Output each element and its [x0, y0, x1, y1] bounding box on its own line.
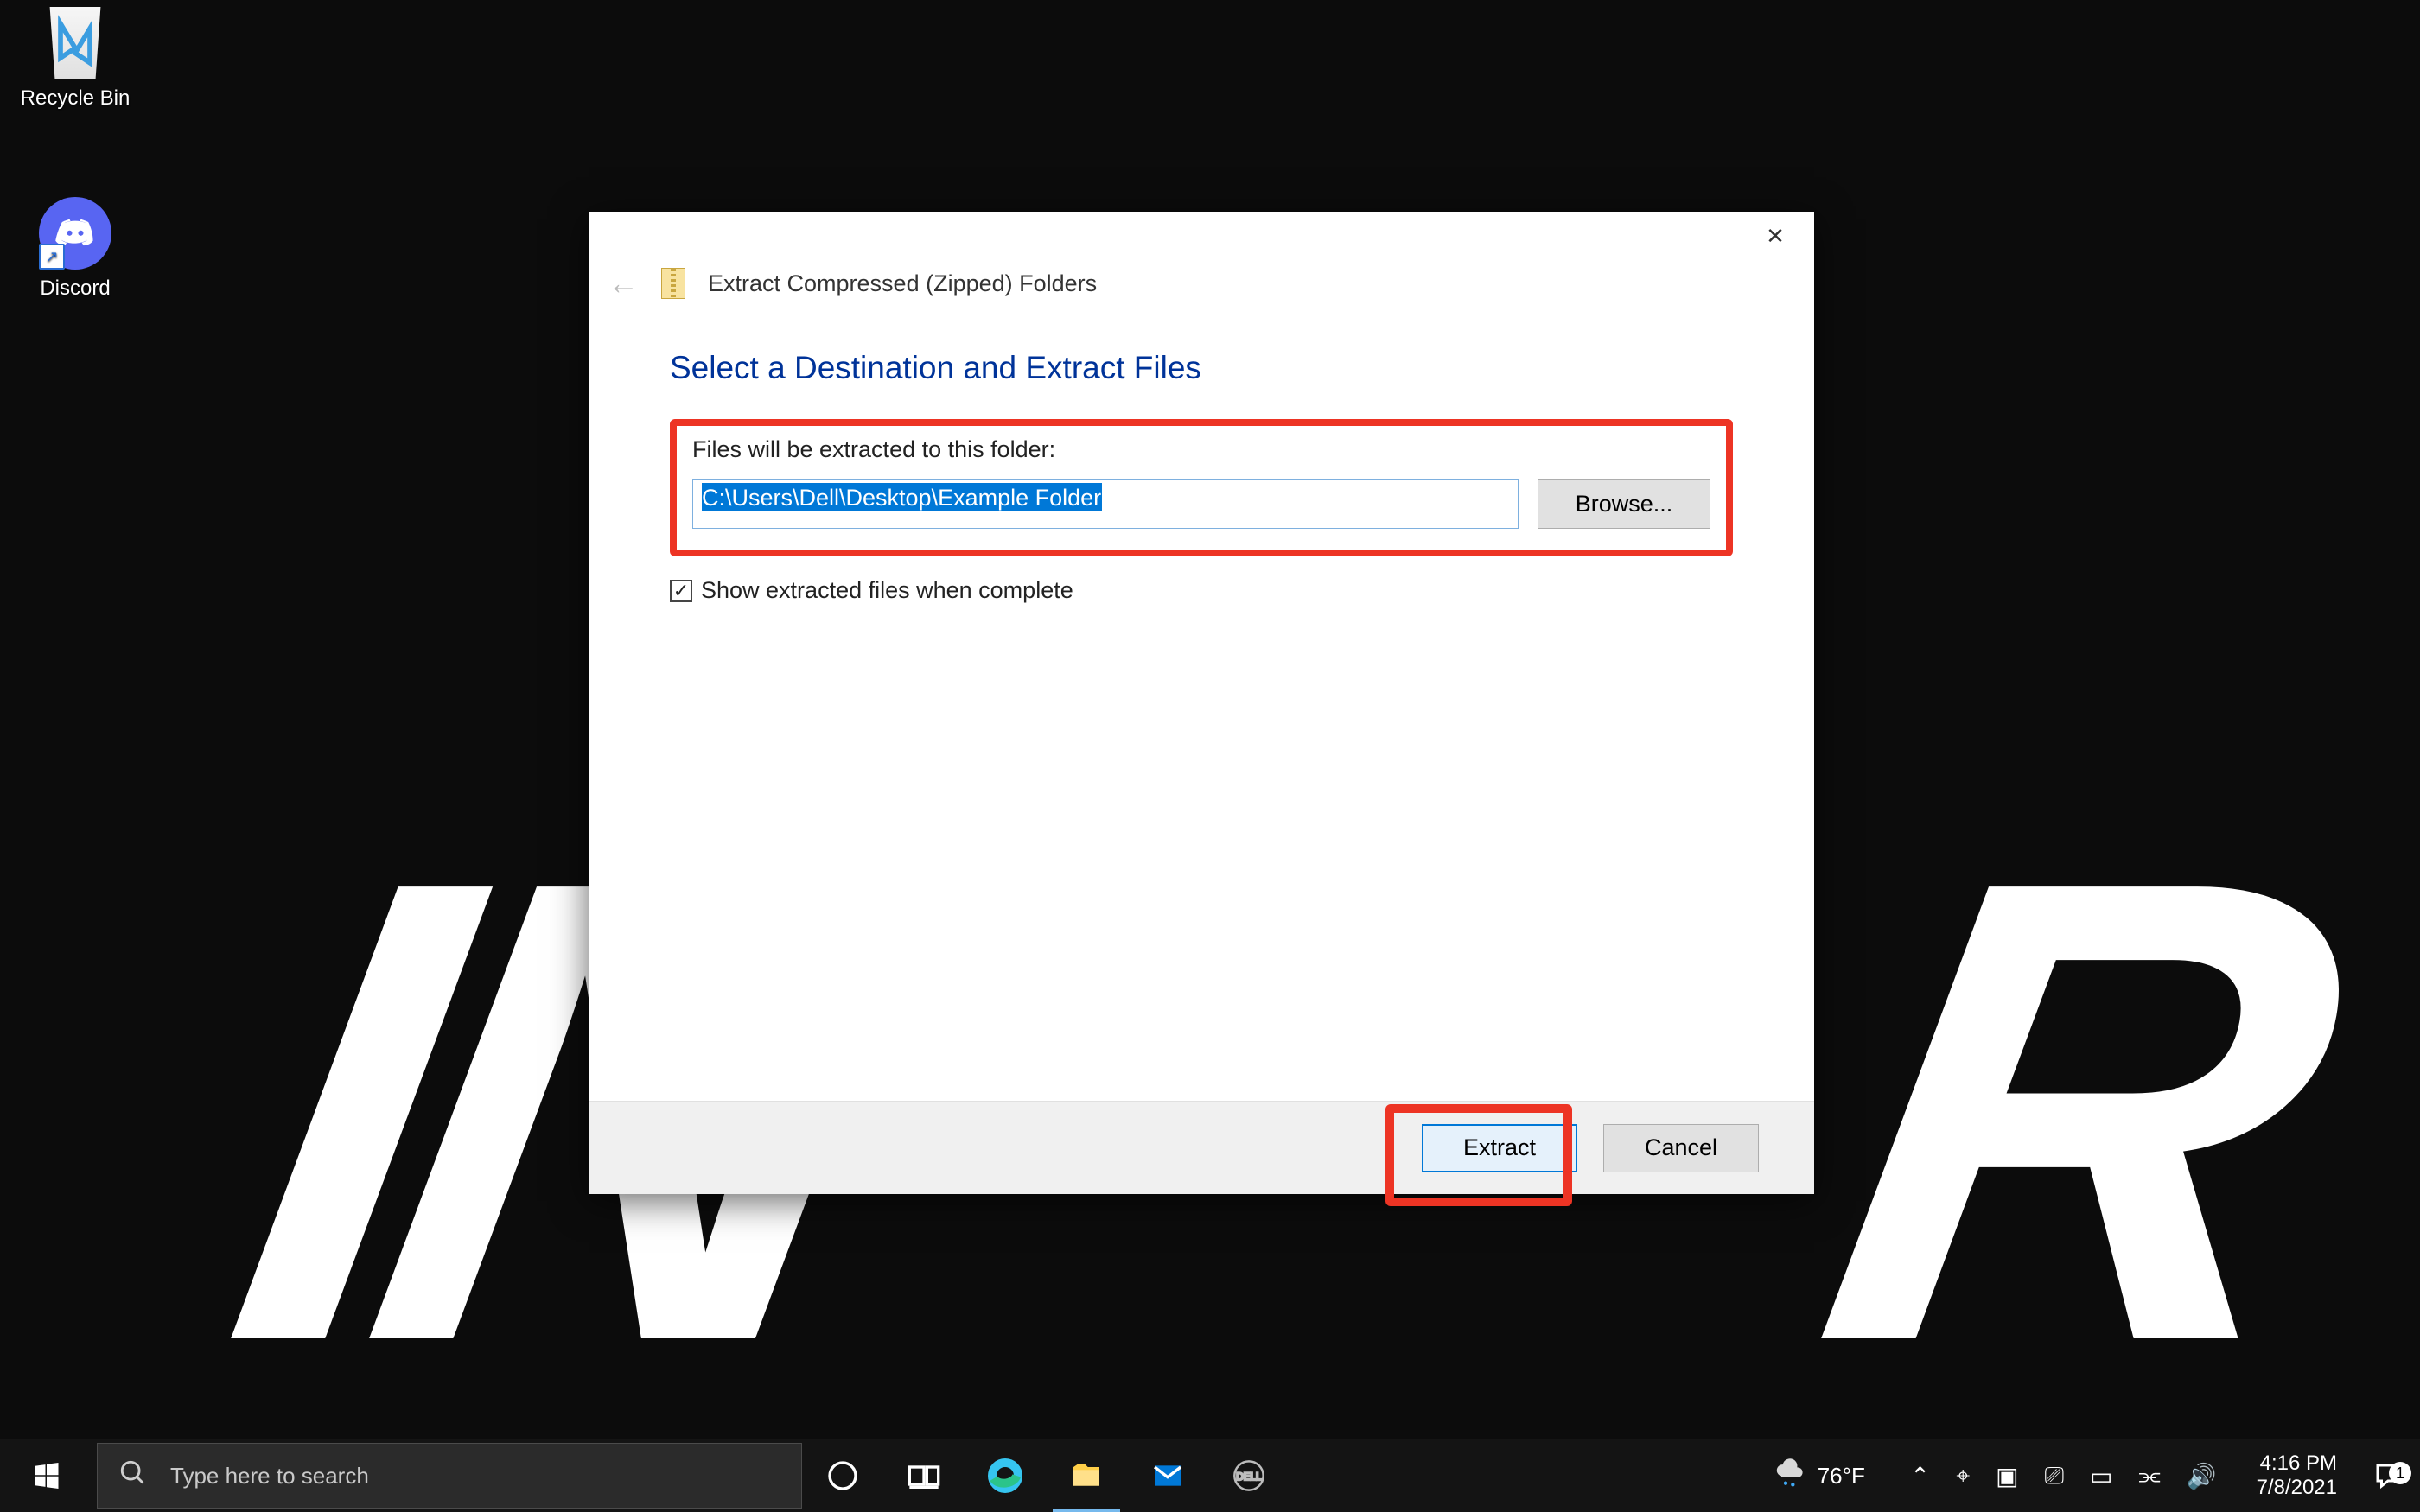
wallpaper-letter-R: R: [1783, 734, 2391, 1490]
destination-path-input[interactable]: C:\Users\Dell\Desktop\Example Folder: [692, 479, 1519, 529]
notification-badge: 1: [2389, 1462, 2411, 1484]
cortana-icon: [825, 1458, 860, 1493]
taskbar: Type here to search DELL 76°F: [0, 1439, 2420, 1512]
clock-time: 4:16 PM: [2257, 1452, 2337, 1476]
dialog-title: Extract Compressed (Zipped) Folders: [708, 270, 1097, 297]
dell-icon: DELL: [1232, 1458, 1266, 1493]
start-button[interactable]: [0, 1439, 93, 1512]
recycle-arrows-icon: [46, 14, 105, 73]
taskbar-app-edge[interactable]: [965, 1439, 1046, 1512]
search-icon: [118, 1458, 148, 1494]
cortana-button[interactable]: [802, 1439, 883, 1512]
dialog-footer: Extract Cancel: [589, 1101, 1814, 1194]
taskbar-right: 76°F ⌃ ⌖ ▣ ⎚ ▭ ⫘ 🔊 4:16 PM 7/8/2021 1: [1748, 1439, 2420, 1512]
discord-icon: ↗: [39, 197, 111, 270]
desktop-screen: I N R Recycle Bin ↗ Discord ✕ ← Extract …: [0, 0, 2420, 1512]
edge-icon: [988, 1458, 1022, 1493]
path-value-selected: C:\Users\Dell\Desktop\Example Folder: [702, 483, 1102, 511]
back-button[interactable]: ←: [608, 265, 639, 302]
shortcut-arrow-icon: ↗: [39, 244, 65, 270]
desktop-icon-discord[interactable]: ↗ Discord: [10, 197, 140, 301]
cancel-button[interactable]: Cancel: [1603, 1124, 1759, 1172]
dialog-titlebar[interactable]: ✕: [589, 212, 1814, 265]
taskbar-clock[interactable]: 4:16 PM 7/8/2021: [2238, 1452, 2356, 1500]
taskbar-weather[interactable]: 76°F: [1748, 1456, 1889, 1496]
task-view-button[interactable]: [883, 1439, 965, 1512]
checkbox-label: Show extracted files when complete: [701, 577, 1073, 604]
destination-label: Files will be extracted to this folder:: [692, 436, 1710, 463]
action-center-button[interactable]: 1: [2356, 1460, 2420, 1491]
back-arrow-icon: ←: [608, 265, 639, 301]
desktop-icon-label: Recycle Bin: [10, 86, 140, 111]
file-explorer-icon: [1069, 1458, 1104, 1493]
mail-icon: [1150, 1458, 1185, 1493]
system-tray: ⌃ ⌖ ▣ ⎚ ▭ ⫘ 🔊: [1889, 1462, 2238, 1490]
show-files-checkbox-row[interactable]: ✓ Show extracted files when complete: [670, 577, 1733, 604]
extract-button[interactable]: Extract: [1422, 1124, 1577, 1172]
tray-device-icon[interactable]: ⎚: [2045, 1462, 2064, 1490]
checkbox-icon: ✓: [670, 580, 692, 602]
tray-chevron-icon[interactable]: ⌃: [1910, 1462, 1930, 1490]
recycle-bin-icon: [39, 7, 111, 79]
weather-icon: [1773, 1456, 1807, 1496]
tray-meetnow-icon[interactable]: ▣: [1996, 1462, 2018, 1490]
weather-temp: 76°F: [1818, 1463, 1865, 1490]
extract-dialog: ✕ ← Extract Compressed (Zipped) Folders …: [589, 212, 1814, 1194]
taskbar-app-mail[interactable]: [1127, 1439, 1208, 1512]
clock-date: 7/8/2021: [2257, 1476, 2337, 1500]
tray-location-icon[interactable]: ⌖: [1956, 1462, 1970, 1490]
taskbar-app-dell[interactable]: DELL: [1208, 1439, 1290, 1512]
tray-wifi-icon[interactable]: ⫘: [2139, 1462, 2161, 1490]
desktop-icon-recycle-bin[interactable]: Recycle Bin: [10, 7, 140, 111]
task-view-icon: [907, 1458, 941, 1493]
browse-button[interactable]: Browse...: [1538, 479, 1710, 529]
svg-text:DELL: DELL: [1236, 1471, 1262, 1483]
tray-battery-icon[interactable]: ▭: [2090, 1462, 2112, 1490]
tray-volume-icon[interactable]: 🔊: [2187, 1462, 2217, 1490]
close-icon: ✕: [1766, 223, 1785, 250]
zip-folder-icon: [661, 268, 685, 299]
taskbar-app-explorer[interactable]: [1046, 1439, 1127, 1512]
desktop-icon-label: Discord: [10, 276, 140, 301]
dialog-heading: Select a Destination and Extract Files: [670, 350, 1733, 386]
windows-logo-icon: [31, 1460, 62, 1491]
dialog-nav: ← Extract Compressed (Zipped) Folders: [589, 265, 1814, 302]
taskbar-search[interactable]: Type here to search: [97, 1443, 802, 1509]
dialog-body: Select a Destination and Extract Files F…: [589, 302, 1814, 604]
annotation-highlight-destination: Files will be extracted to this folder: …: [670, 419, 1733, 556]
search-placeholder: Type here to search: [170, 1463, 369, 1490]
close-button[interactable]: ✕: [1736, 212, 1814, 260]
